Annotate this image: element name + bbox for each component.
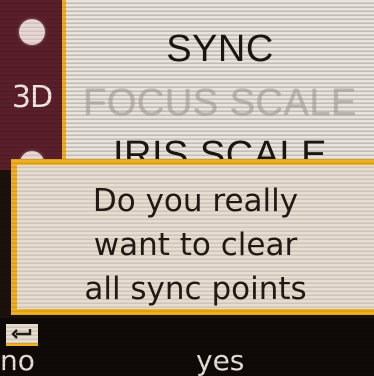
confirm-dialog: Do you really want to clear all sync poi… <box>11 159 374 315</box>
menu-item-sync[interactable]: SYNC <box>66 24 374 74</box>
dialog-line: Do you really <box>92 183 299 219</box>
enter-key[interactable] <box>6 324 38 346</box>
3d-icon-cell: 3D <box>6 76 58 120</box>
dot-icon <box>19 19 45 45</box>
dialog-line: all sync points <box>84 271 307 307</box>
dialog-line: want to clear <box>93 227 298 263</box>
3d-icon: 3D <box>11 80 53 115</box>
menu-icon-column: 3D <box>0 0 66 175</box>
menu-item-iris-scale[interactable]: IRIS SCALE <box>66 132 374 162</box>
sync-icon-cell <box>6 10 58 54</box>
menu-item-focus-scale[interactable]: FOCUS SCALE <box>66 78 374 128</box>
yes-button[interactable]: yes <box>196 346 244 376</box>
menu-item-label: IRIS SCALE <box>112 134 328 162</box>
no-button[interactable]: no <box>0 346 35 376</box>
menu-item-label: SYNC <box>166 27 274 70</box>
camera-lcd-screen: 3D SYNC FOCUS SCALE IRIS SCALE Do you re… <box>0 0 374 376</box>
menu-item-label: FOCUS SCALE <box>83 81 357 124</box>
dialog-message: Do you really want to clear all sync poi… <box>17 181 374 309</box>
enter-arrow-icon <box>11 328 32 339</box>
softkey-bar: no yes <box>0 318 374 376</box>
menu-list: SYNC FOCUS SCALE IRIS SCALE <box>66 0 374 170</box>
